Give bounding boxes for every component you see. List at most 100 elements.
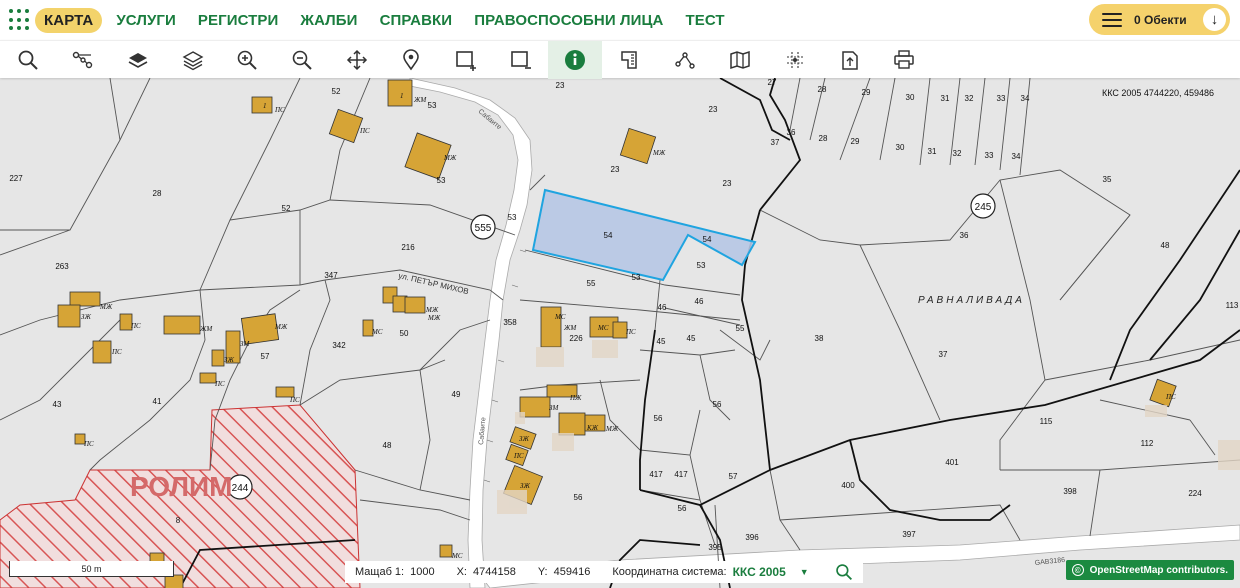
parcel-number: 398: [1063, 487, 1077, 496]
layers-icon[interactable]: [111, 41, 165, 79]
parcel-number: 23: [556, 81, 565, 90]
zoom-in-icon[interactable]: [220, 41, 274, 79]
remove-rectangle-icon[interactable]: [494, 41, 548, 79]
search-icon[interactable]: [1, 41, 55, 79]
parcel-number: 342: [332, 341, 346, 350]
print-icon[interactable]: [877, 41, 931, 79]
objects-button[interactable]: 0 Обекти ↓: [1089, 4, 1230, 35]
scale-label: Мащаб 1:: [355, 566, 405, 578]
parcel-number: 55: [587, 279, 596, 288]
parcel-number: 34: [1021, 94, 1030, 103]
cadastral-map[interactable]: 555 245 244 РОЛИМ РАВНАЛИВАДА ул. ПЕТЪР …: [0, 78, 1240, 588]
parcel-number: 38: [815, 334, 824, 343]
parcel-number: 113: [1226, 301, 1239, 310]
map-icon[interactable]: [713, 41, 767, 79]
circle-label-244: 244: [232, 483, 249, 494]
building-code: ПС: [1165, 393, 1176, 401]
nav-item-services[interactable]: УСЛУГИ: [116, 12, 176, 29]
building-code: ЗМ: [240, 340, 250, 348]
parcel-number: 112: [1141, 439, 1154, 448]
nav-item-reports[interactable]: СПРАВКИ: [380, 12, 453, 29]
nav-item-licensed-persons[interactable]: ПРАВОСПОСОБНИ ЛИЦА: [474, 12, 663, 29]
export-icon[interactable]: [823, 41, 877, 79]
area-name-label: РАВНАЛИВАДА: [918, 295, 1025, 306]
parcel-number: 32: [965, 94, 974, 103]
building-code: МЖ: [425, 306, 439, 314]
pan-icon[interactable]: [330, 41, 384, 79]
parcel-number: 27: [768, 78, 777, 87]
nav-item-complaints[interactable]: ЖАЛБИ: [300, 12, 357, 29]
location-pin-icon[interactable]: [384, 41, 438, 79]
parcel-number: 263: [55, 262, 69, 271]
parcel-number: 56: [654, 414, 663, 423]
status-bar: Мащаб 1: 1000 X: 4744158 Y: 459416 Коорд…: [345, 561, 863, 583]
coordinate-icon[interactable]: [768, 41, 822, 79]
parcel-number: 41: [153, 397, 162, 406]
parcel-number: 358: [503, 318, 517, 327]
building-code: ЖМ: [563, 324, 577, 332]
building-code: ПС: [111, 348, 122, 356]
parcel-number: 54: [703, 235, 712, 244]
coordinate-system-select[interactable]: ККС 2005: [733, 565, 786, 579]
building-code: ПС: [214, 380, 225, 388]
parcel-number: 55: [736, 324, 745, 333]
parcel-number: 115: [1040, 417, 1053, 426]
parcel-number: 400: [841, 481, 855, 490]
parcel-number: 23: [723, 179, 732, 188]
y-coordinate-value: 459416: [553, 566, 591, 578]
add-rectangle-icon[interactable]: [439, 41, 493, 79]
arrow-down-icon[interactable]: ↓: [1203, 8, 1226, 31]
parcel-number: 53: [632, 273, 641, 282]
parcel-number: 53: [437, 176, 446, 185]
nav-item-map[interactable]: КАРТА: [35, 7, 103, 33]
building-code: ПС: [83, 440, 94, 448]
building-code: МЖ: [443, 154, 457, 162]
zoom-out-icon[interactable]: [275, 41, 329, 79]
parcel-number: 29: [862, 88, 871, 97]
parcel-number: 36: [787, 128, 796, 137]
parcel-number: 45: [657, 337, 666, 346]
building-code: МЖ: [605, 425, 619, 433]
parcel-number: 29: [851, 137, 860, 146]
apps-grid-icon[interactable]: [9, 9, 31, 31]
parcel-number: 43: [53, 400, 62, 409]
parcel-number: 30: [896, 143, 905, 152]
building-code: МС: [371, 328, 383, 336]
map-application: КАРТА УСЛУГИ РЕГИСТРИ ЖАЛБИ СПРАВКИ ПРАВ…: [0, 0, 1240, 588]
nav-item-test[interactable]: ТЕСТ: [685, 12, 724, 29]
search-icon[interactable]: [835, 563, 853, 581]
building-code: ПЖ: [569, 394, 582, 402]
parcel-number: 49: [452, 390, 461, 399]
building-code: ПС: [130, 322, 141, 330]
parcel-number: 395: [708, 543, 722, 552]
parcel-number: 48: [383, 441, 392, 450]
zone-label: РОЛИМ: [130, 471, 232, 502]
parcel-number: 32: [953, 149, 962, 158]
parcel-number: 30: [906, 93, 915, 102]
building-code: ЗЖ: [224, 356, 234, 364]
parcel-number: 28: [819, 134, 828, 143]
building-code: 1: [400, 92, 404, 100]
measure-area-icon[interactable]: [603, 41, 657, 79]
info-icon[interactable]: [548, 41, 602, 79]
copyright-icon: ©: [1071, 564, 1084, 576]
layers-outline-icon[interactable]: [166, 41, 220, 79]
building-code: МС: [597, 324, 609, 332]
parcel-number: 8: [176, 516, 181, 525]
parcel-number: 46: [695, 297, 704, 306]
circle-label-245: 245: [975, 202, 992, 213]
parcel-number: 35: [1103, 175, 1112, 184]
measure-distance-icon[interactable]: [658, 41, 712, 79]
parcel-number: 417: [649, 470, 663, 479]
parcel-number: 28: [818, 85, 827, 94]
caret-down-icon[interactable]: ▼: [800, 567, 809, 577]
building-code: ПС: [274, 106, 285, 114]
nav-item-registers[interactable]: РЕГИСТРИ: [198, 12, 279, 29]
building-code: ЗЖ: [520, 482, 530, 490]
parcel-number: 28: [153, 189, 162, 198]
building-code: ПС: [625, 328, 636, 336]
route-icon[interactable]: [56, 41, 110, 79]
osm-attribution[interactable]: © OpenStreetMap contributors.: [1065, 560, 1234, 580]
parcel-number: 50: [400, 329, 409, 338]
building-code: 1: [263, 102, 267, 110]
